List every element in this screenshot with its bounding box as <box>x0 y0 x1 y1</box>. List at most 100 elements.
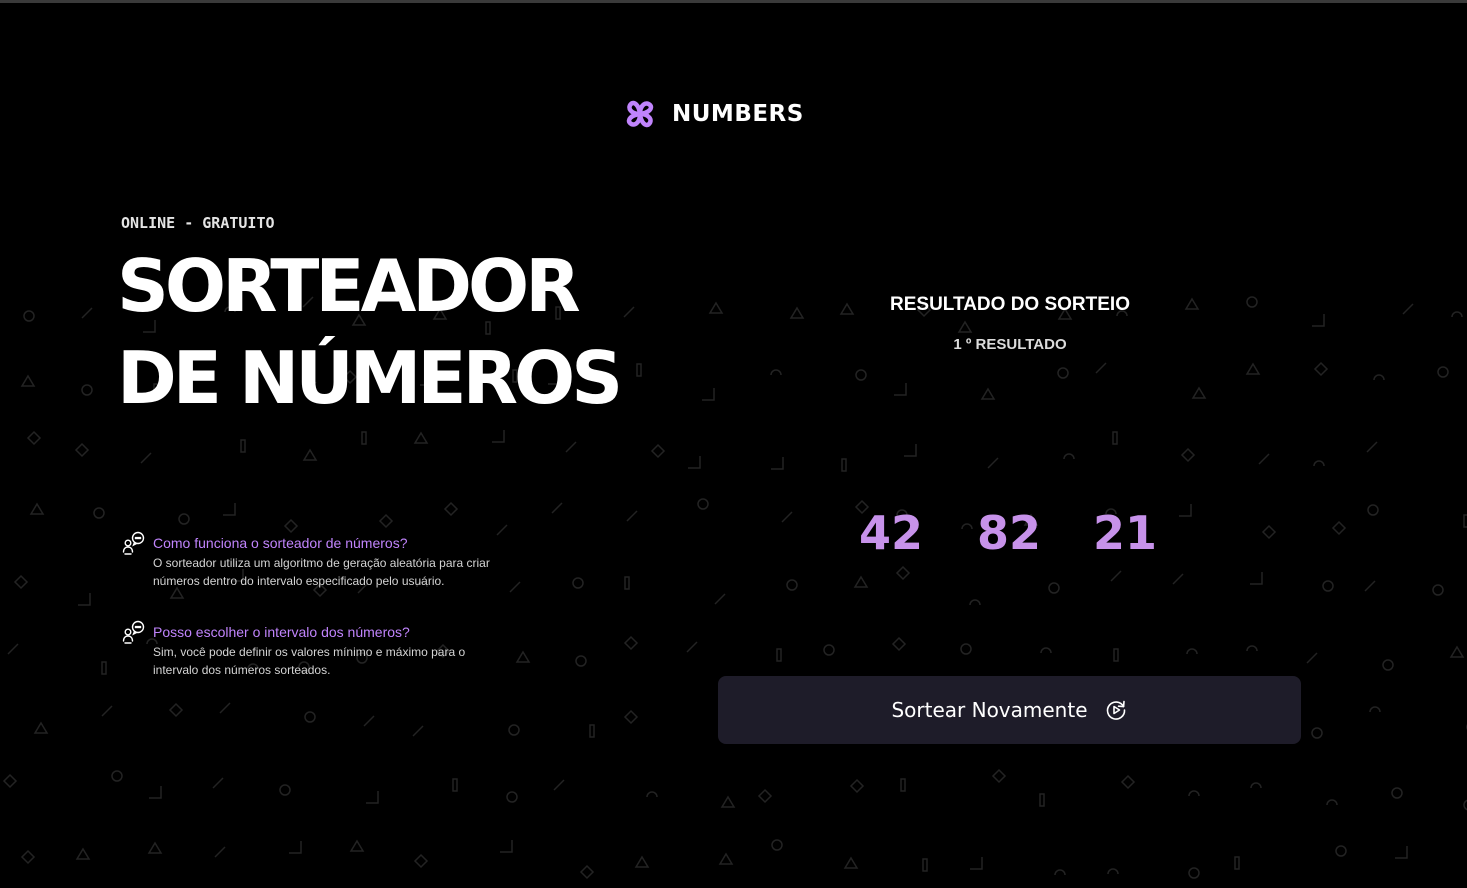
background-shape <box>1234 856 1240 870</box>
background-shape <box>1040 647 1052 654</box>
background-shape <box>1391 787 1403 799</box>
background-shape <box>23 310 35 322</box>
background-shape <box>1364 580 1376 592</box>
background-shape <box>214 846 226 858</box>
faq-answer: Sim, você pode definir os valores mínimo… <box>153 645 466 677</box>
result-number: 21 <box>1092 506 1157 560</box>
background-shape <box>1250 782 1262 789</box>
background-shape <box>1432 584 1444 596</box>
redraw-button-label: Sortear Novamente <box>891 698 1088 722</box>
background-shape <box>1188 867 1200 879</box>
background-shape <box>565 441 577 453</box>
faq-question: Como funciona o sorteador de números? <box>153 535 408 551</box>
background-shape <box>702 388 715 401</box>
background-shape <box>894 383 907 396</box>
background-shape <box>960 643 972 655</box>
hero-tagline: ONLINE - GRATUITO <box>121 214 275 232</box>
background-shape <box>149 786 162 799</box>
background-shape <box>900 778 906 792</box>
background-shape <box>1095 362 1107 374</box>
redraw-button[interactable]: Sortear Novamente <box>718 676 1301 744</box>
background-shape <box>1186 648 1198 655</box>
background-shape <box>29 502 45 515</box>
background-shape <box>575 655 587 667</box>
background-shape <box>1113 648 1119 662</box>
brand-logo[interactable]: NUMBERS <box>622 96 804 132</box>
background-shape <box>720 795 736 808</box>
background-shape <box>506 791 518 803</box>
background-shape <box>1312 314 1325 327</box>
background-shape <box>771 457 784 470</box>
faq-item: Como funciona o sorteador de números? O … <box>122 531 522 590</box>
background-shape <box>1246 645 1258 652</box>
hero-title: SORTEADOR DE NÚMEROS <box>117 240 623 424</box>
background-shape <box>366 791 379 804</box>
background-shape <box>1180 447 1196 463</box>
background-shape <box>1395 846 1408 859</box>
background-shape <box>1261 524 1277 540</box>
background-shape <box>452 778 458 792</box>
background-shape <box>412 725 424 737</box>
background-shape <box>81 384 93 396</box>
background-shape <box>895 565 911 581</box>
background-shape <box>1245 362 1261 375</box>
background-shape <box>579 864 595 880</box>
background-shape <box>1322 580 1334 592</box>
background-shape <box>1063 453 1075 460</box>
background-pattern <box>2 296 1467 880</box>
background-shape <box>855 369 867 381</box>
background-shape <box>646 791 658 798</box>
background-shape <box>26 430 42 446</box>
background-shape <box>849 778 865 794</box>
background-shape <box>714 593 726 605</box>
background-shape <box>1172 573 1184 585</box>
background-shape <box>147 841 163 854</box>
background-shape <box>1449 645 1465 658</box>
refresh-icon <box>1106 700 1125 720</box>
background-shape <box>361 431 367 445</box>
background-shape <box>1188 790 1200 797</box>
background-shape <box>1313 460 1325 467</box>
background-shape <box>492 430 505 443</box>
background-shape <box>93 507 105 519</box>
background-shape <box>1057 367 1069 379</box>
background-shape <box>7 643 19 655</box>
background-shape <box>279 784 291 796</box>
background-shape <box>708 301 724 314</box>
background-shape <box>508 724 520 736</box>
background-shape <box>302 448 318 461</box>
background-shape <box>111 770 123 782</box>
logo-icon <box>622 96 658 132</box>
background-shape <box>1437 366 1449 378</box>
background-shape <box>1107 868 1119 875</box>
background-shape <box>1366 441 1378 453</box>
background-shape <box>2 773 18 789</box>
background-shape <box>212 777 224 789</box>
background-shape <box>289 841 302 854</box>
background-shape <box>74 442 90 458</box>
background-shape <box>1335 845 1347 857</box>
background-shape <box>1048 582 1060 594</box>
faq-answer: O sorteador utiliza um algoritmo de gera… <box>153 556 490 588</box>
background-shape <box>1306 652 1318 664</box>
background-shape <box>776 648 782 662</box>
background-shape <box>623 306 635 318</box>
background-shape <box>688 456 701 469</box>
background-shape <box>1112 431 1118 445</box>
background-shape <box>757 788 773 804</box>
background-shape <box>589 724 595 738</box>
background-shape <box>1179 504 1192 517</box>
background-shape <box>970 857 983 870</box>
background-shape <box>843 856 859 869</box>
background-shape <box>33 721 49 734</box>
background-shape <box>219 702 231 714</box>
result-title: RESULTADO DO SORTEIO <box>890 294 1130 315</box>
background-shape <box>1054 869 1066 876</box>
background-shape <box>987 457 999 469</box>
background-shape <box>1402 303 1414 315</box>
background-shape <box>78 593 91 606</box>
background-shape <box>969 599 981 606</box>
background-shape <box>1382 659 1394 671</box>
background-shape <box>718 852 734 865</box>
hero-title-line-1: SORTEADOR <box>117 244 581 328</box>
